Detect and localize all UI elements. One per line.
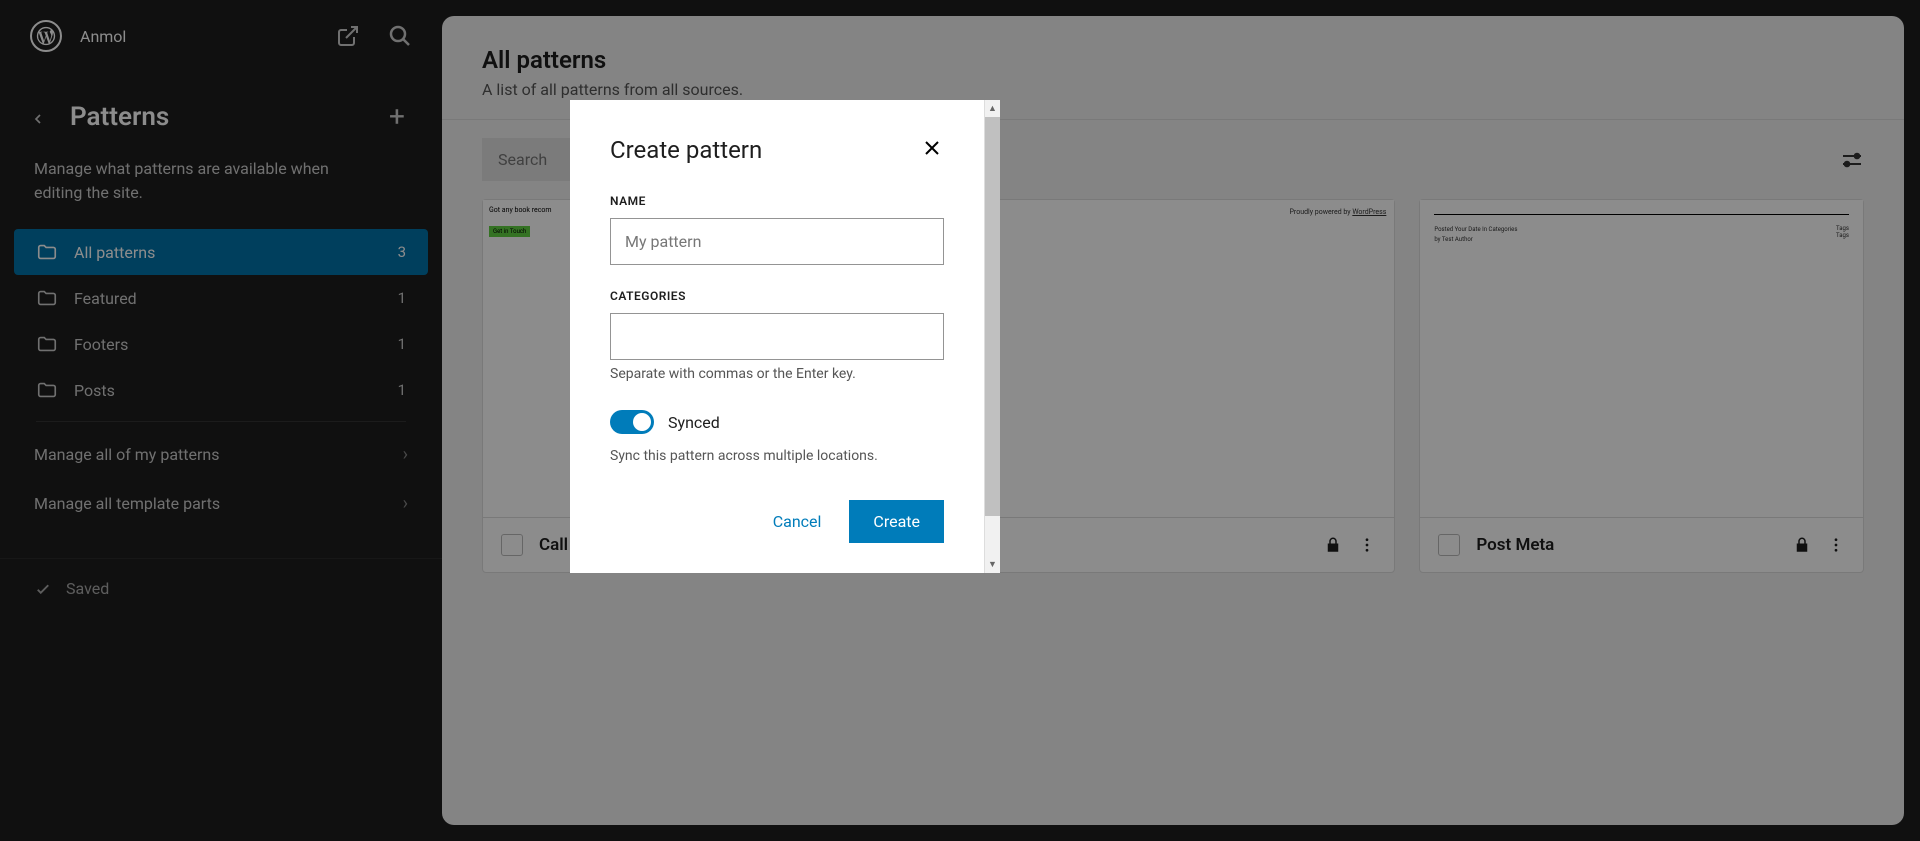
modal-title: Create pattern bbox=[610, 136, 762, 164]
categories-input[interactable] bbox=[610, 313, 944, 360]
scrollbar-thumb[interactable] bbox=[985, 117, 1000, 516]
synced-toggle-row: Synced bbox=[610, 410, 944, 434]
create-pattern-modal: Create pattern NAME CATEGORIES Separate … bbox=[570, 100, 1000, 573]
synced-label: Synced bbox=[668, 413, 720, 432]
close-icon[interactable] bbox=[920, 136, 944, 160]
modal-scrollbar[interactable]: ▲ ▼ bbox=[984, 100, 1000, 573]
scroll-up-icon[interactable]: ▲ bbox=[985, 100, 1000, 117]
scroll-down-icon[interactable]: ▼ bbox=[985, 556, 1000, 573]
name-label: NAME bbox=[610, 194, 944, 208]
categories-hint: Separate with commas or the Enter key. bbox=[610, 366, 944, 382]
cancel-button[interactable]: Cancel bbox=[755, 500, 840, 543]
synced-toggle[interactable] bbox=[610, 410, 654, 434]
create-button[interactable]: Create bbox=[849, 500, 944, 543]
categories-label: CATEGORIES bbox=[610, 289, 944, 303]
name-input[interactable] bbox=[610, 218, 944, 265]
synced-hint: Sync this pattern across multiple locati… bbox=[610, 448, 944, 464]
